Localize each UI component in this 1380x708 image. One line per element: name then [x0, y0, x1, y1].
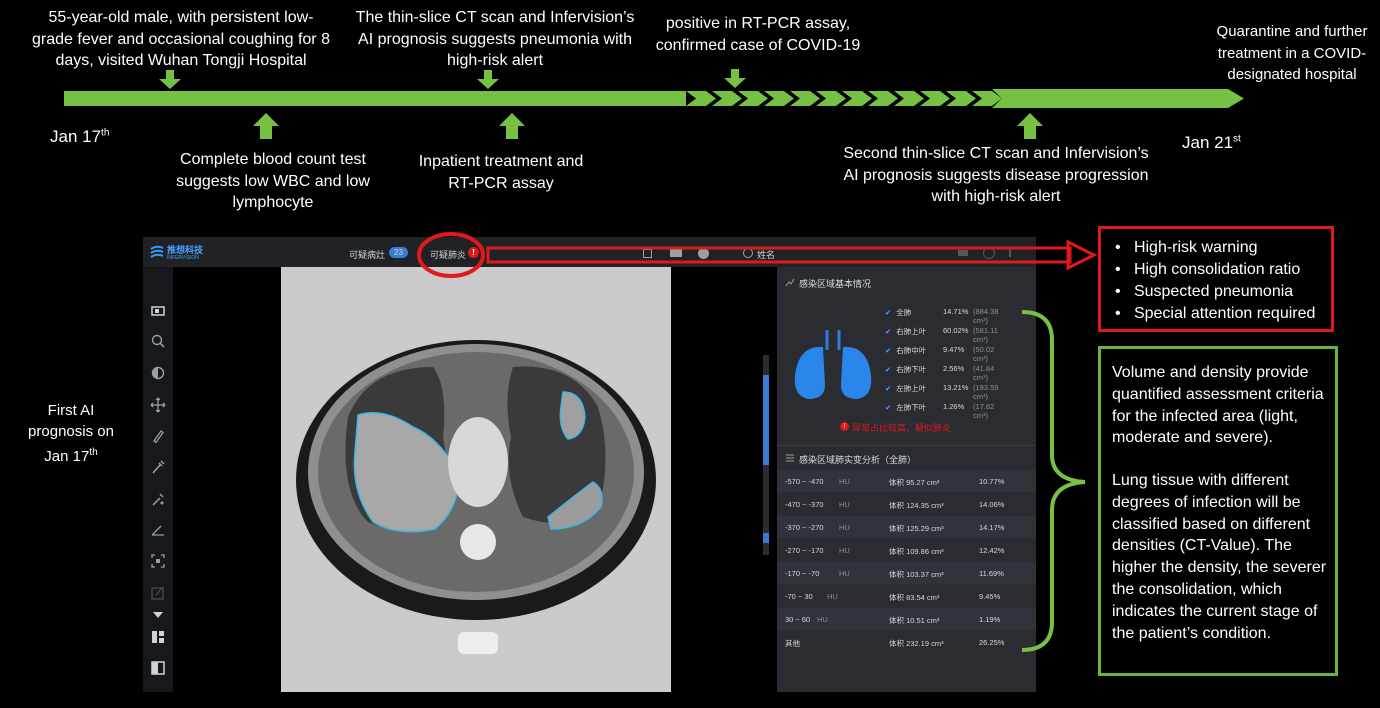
risk-summary-box: • High-risk warning • High consolidation… — [1098, 226, 1334, 332]
pointer-arrow-body — [486, 246, 1072, 264]
risk-item: • Suspected pneumonia — [1115, 283, 1294, 300]
risk-item: • High-risk warning — [1115, 239, 1258, 256]
green-brace — [1021, 310, 1086, 652]
pointer-arrow-head — [1066, 239, 1098, 271]
risk-item: • Special attention required — [1115, 305, 1316, 322]
explanation-paragraph-2: Lung tissue with different degrees of in… — [1112, 472, 1327, 642]
explanation-paragraph-1: Volume and density provide quantified as… — [1112, 364, 1324, 447]
highlight-circle — [417, 232, 485, 278]
risk-item: • High consolidation ratio — [1115, 261, 1301, 278]
explanation-box: Volume and density provide quantified as… — [1098, 346, 1338, 676]
